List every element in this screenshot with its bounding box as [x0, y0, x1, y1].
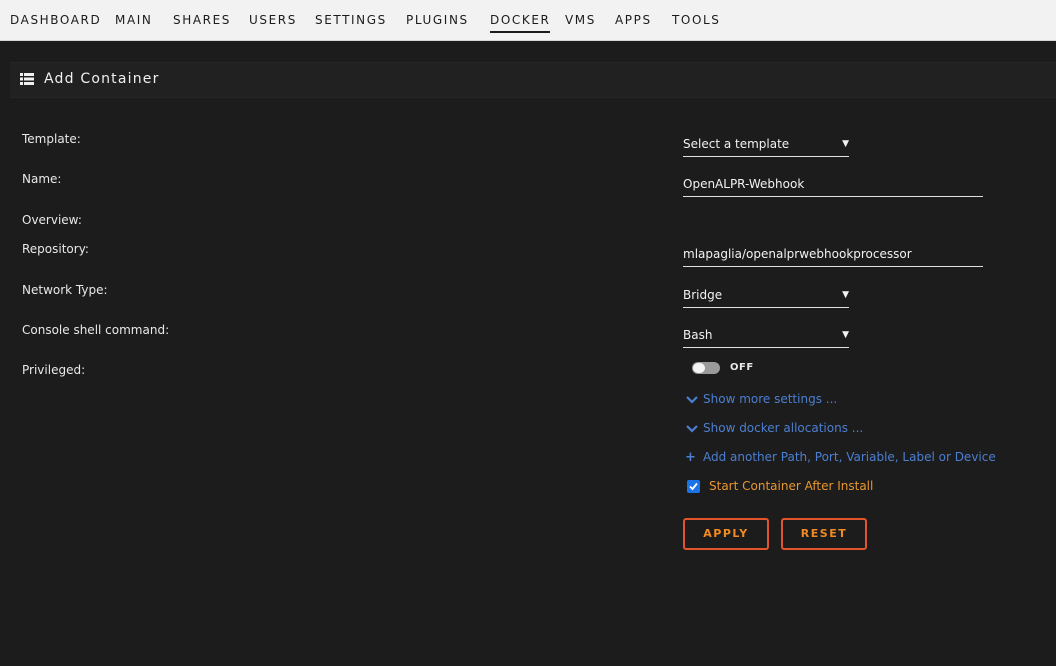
show-more-settings-label: Show more settings ... — [703, 392, 838, 406]
console-shell-label: Console shell command: — [22, 323, 170, 337]
name-input-value: OpenALPR-Webhook — [683, 177, 805, 191]
caret-down-icon: ▼ — [842, 290, 849, 300]
name-input[interactable]: OpenALPR-Webhook — [683, 177, 983, 197]
privileged-label: Privileged: — [22, 363, 86, 377]
chevron-down-icon — [686, 395, 698, 404]
network-type-select[interactable]: Bridge ▼ — [683, 288, 849, 308]
network-type-value: Bridge — [683, 288, 723, 302]
nav-item-vms[interactable]: VMS — [565, 13, 596, 27]
repository-input-value: mlapaglia/openalprwebhookprocessor — [683, 247, 912, 261]
nav-item-dashboard[interactable]: DASHBOARD — [10, 13, 101, 27]
show-docker-allocations-label: Show docker allocations ... — [703, 421, 864, 435]
caret-down-icon: ▼ — [842, 330, 849, 340]
nav-item-plugins[interactable]: PLUGINS — [406, 13, 469, 27]
caret-down-icon: ▼ — [842, 139, 849, 149]
start-after-install-label[interactable]: Start Container After Install — [709, 479, 873, 493]
toggle-knob — [693, 363, 705, 373]
top-nav: DASHBOARD MAIN SHARES USERS SETTINGS PLU… — [0, 0, 1056, 41]
nav-item-main[interactable]: MAIN — [115, 13, 152, 27]
nav-item-settings[interactable]: SETTINGS — [315, 13, 387, 27]
apply-button[interactable]: APPLY — [683, 518, 769, 550]
privileged-toggle-state: OFF — [730, 362, 754, 373]
name-label: Name: — [22, 172, 62, 186]
network-type-label: Network Type: — [22, 283, 108, 297]
repository-label: Repository: — [22, 242, 89, 256]
plus-icon: + — [685, 450, 696, 465]
nav-item-users[interactable]: USERS — [249, 13, 297, 27]
nav-item-tools[interactable]: TOOLS — [672, 13, 721, 27]
nav-item-apps[interactable]: APPS — [615, 13, 652, 27]
show-more-settings-link[interactable]: Show more settings ... — [685, 392, 837, 406]
add-another-config-link[interactable]: + Add another Path, Port, Variable, Label… — [685, 450, 996, 465]
grid-icon — [20, 73, 34, 85]
privileged-toggle[interactable] — [692, 362, 720, 374]
overview-label: Overview: — [22, 213, 82, 227]
template-select-value: Select a template — [683, 137, 790, 151]
reset-button[interactable]: RESET — [781, 518, 867, 550]
chevron-down-icon — [686, 424, 698, 433]
show-docker-allocations-link[interactable]: Show docker allocations ... — [685, 421, 863, 435]
console-shell-value: Bash — [683, 328, 713, 342]
template-label: Template: — [22, 132, 81, 146]
page-title: Add Container — [44, 71, 160, 87]
console-shell-select[interactable]: Bash ▼ — [683, 328, 849, 348]
repository-input[interactable]: mlapaglia/openalprwebhookprocessor — [683, 247, 983, 267]
nav-item-docker[interactable]: DOCKER — [490, 13, 551, 33]
section-title-bar: Add Container — [10, 62, 1056, 98]
checkmark-icon — [689, 482, 698, 491]
start-after-install-checkbox[interactable] — [687, 480, 700, 493]
nav-item-shares[interactable]: SHARES — [173, 13, 231, 27]
template-select[interactable]: Select a template ▼ — [683, 137, 849, 157]
add-another-config-label: Add another Path, Port, Variable, Label … — [703, 450, 996, 464]
